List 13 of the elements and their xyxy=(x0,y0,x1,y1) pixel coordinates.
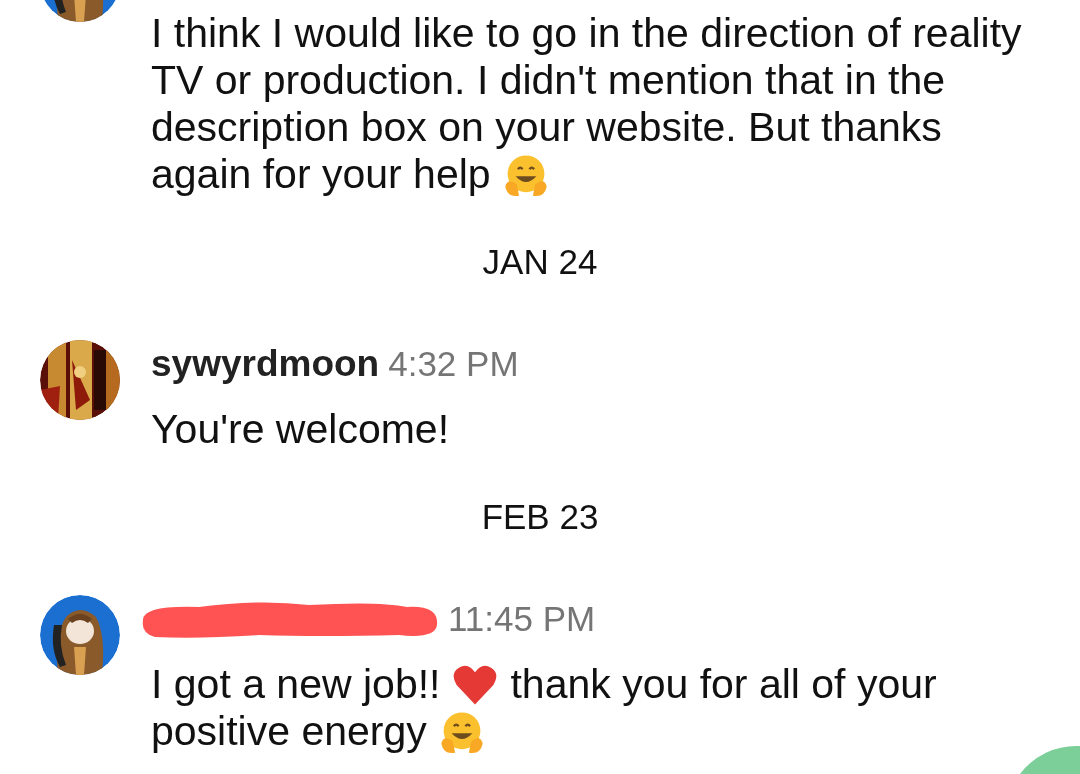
username[interactable]: sywyrdmoon xyxy=(151,343,380,385)
message-text: positive energy xyxy=(151,708,427,755)
timestamp: 4:32 PM xyxy=(388,344,519,384)
message-text: again for your help xyxy=(151,151,491,198)
message-text: You're welcome! xyxy=(151,406,450,453)
message-text: description box on your website. But thanks xyxy=(151,104,942,151)
message-text: I got a new job!! xyxy=(151,661,441,708)
date-separator: FEB 23 xyxy=(480,497,600,537)
date-separator: JAN 24 xyxy=(481,242,599,282)
timestamp: 11:45 PM xyxy=(448,599,596,639)
message-text: thank you for all of your xyxy=(510,661,937,708)
message-text: TV or production. I didn't mention that in the xyxy=(151,57,946,104)
message-text: I think I would like to go in the direction of reality xyxy=(151,10,1022,57)
